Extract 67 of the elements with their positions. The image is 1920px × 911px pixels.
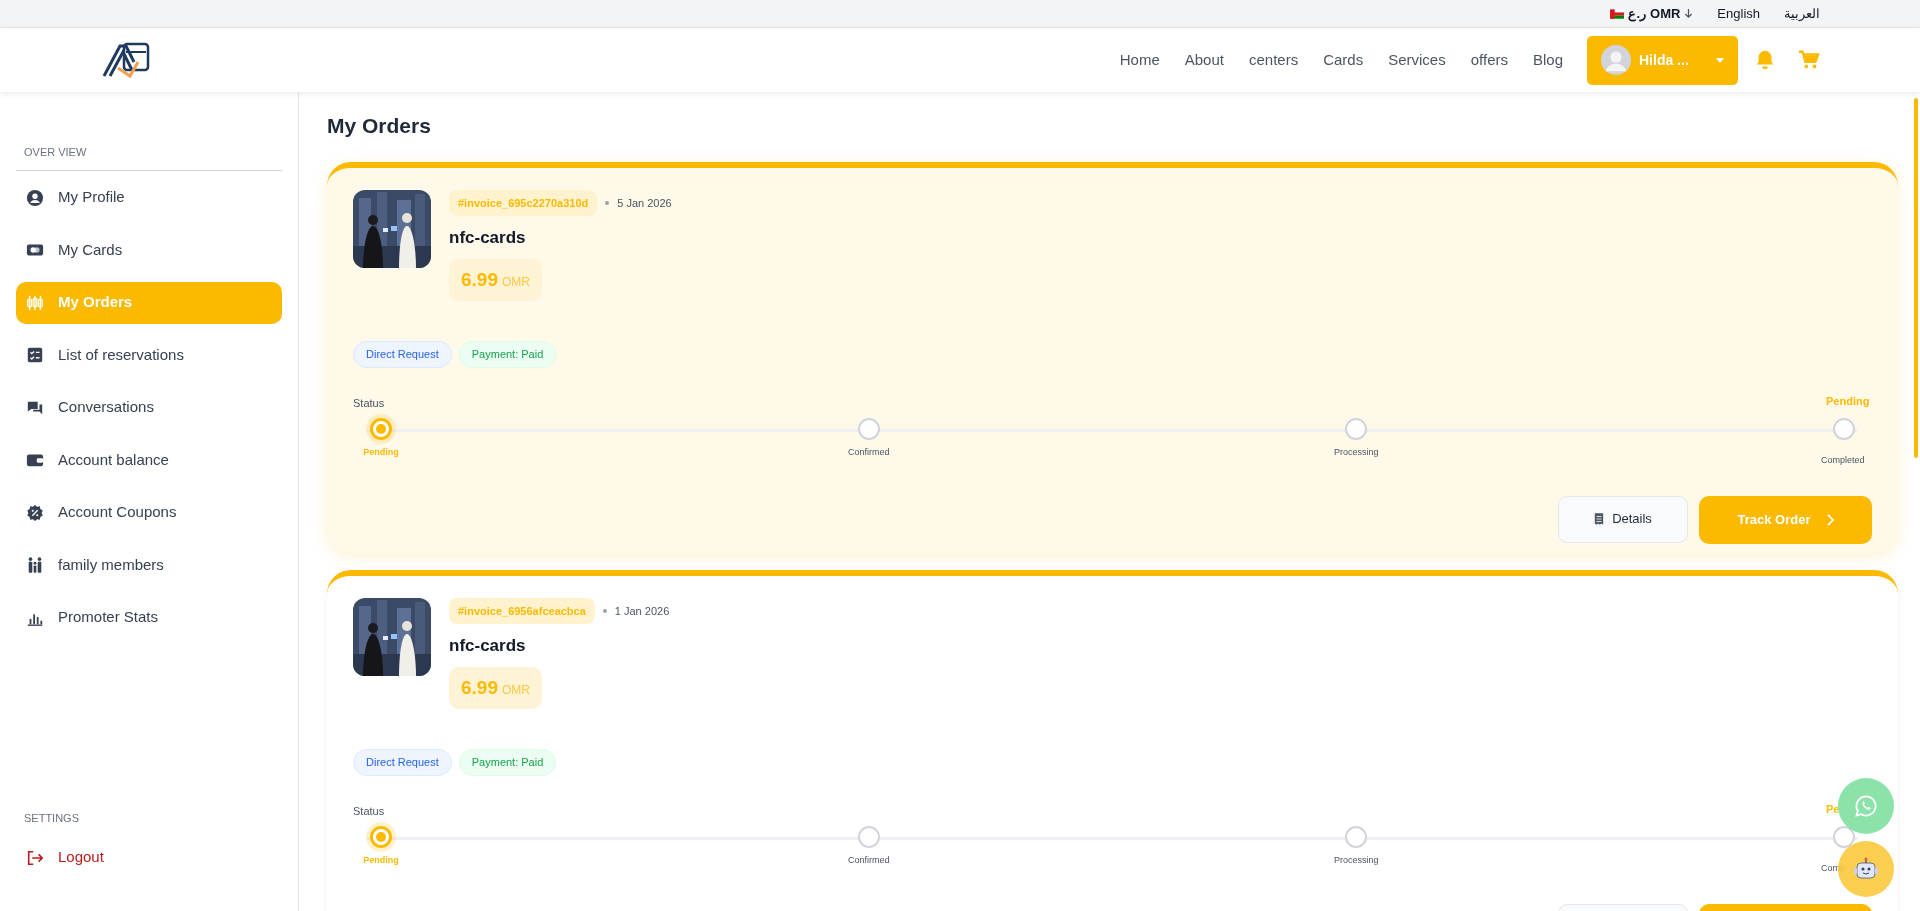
- section-heading: SETTINGS: [23, 811, 80, 826]
- details-button[interactable]: Details: [1558, 495, 1688, 543]
- nav-link[interactable]: Home: [1119, 48, 1160, 72]
- sidebar-item[interactable]: Account Coupons: [16, 491, 282, 534]
- language-link[interactable]: English: [1717, 3, 1760, 24]
- nav-link[interactable]: Services: [1388, 48, 1446, 72]
- sidebar-item[interactable]: My Cards: [16, 229, 282, 271]
- sidebar-item[interactable]: Conversations: [16, 386, 282, 429]
- price-badge: 6.99 OMR: [449, 258, 542, 301]
- step-label: Confirmed: [847, 445, 890, 459]
- sidebar-item[interactable]: List of reservations: [16, 334, 282, 376]
- order-date: 1 Jan 2026: [614, 603, 670, 619]
- sidebar-item[interactable]: Logout: [16, 836, 282, 879]
- avatar-icon: [1601, 45, 1631, 75]
- family-icon: [26, 556, 44, 574]
- step-label: Confirmed: [847, 853, 890, 867]
- nav-link[interactable]: Cards: [1323, 48, 1364, 72]
- status-tag: Direct Request: [353, 341, 452, 368]
- nav-link[interactable]: offers: [1470, 48, 1508, 72]
- caret-icon: [1716, 57, 1724, 63]
- cart-icon: [1798, 49, 1820, 71]
- nav-link[interactable]: About: [1184, 48, 1224, 72]
- page-title: My Orders: [327, 113, 432, 139]
- robot-icon: [1853, 857, 1879, 881]
- product-name: nfc-cards: [449, 635, 526, 657]
- dot-icon: [602, 608, 607, 613]
- logout-icon: [26, 848, 44, 867]
- status-tag: Direct Request: [353, 749, 452, 776]
- step-label: Completed: [1820, 454, 1865, 465]
- status-tag: Payment: Paid: [458, 341, 557, 368]
- bell-icon: [1754, 49, 1776, 71]
- whatsapp-icon: [1854, 794, 1878, 818]
- step-label: Processing: [1334, 853, 1379, 867]
- current-status: Pending: [1826, 394, 1870, 407]
- receipt-icon: [1594, 513, 1605, 525]
- coupon-icon: [26, 503, 44, 522]
- language-link[interactable]: العربية: [1784, 3, 1820, 24]
- current-status: Pe: [1826, 802, 1840, 815]
- oman-flag-icon: [1610, 8, 1625, 19]
- checklist-icon: [26, 346, 44, 364]
- chevron-right-icon: [1826, 513, 1834, 526]
- cart-button[interactable]: [1798, 49, 1820, 71]
- sidebar-item[interactable]: Promoter Stats: [16, 596, 282, 639]
- invoice-badge: #invoice_695c2270a310d: [449, 189, 598, 216]
- order-date: 5 Jan 2026: [617, 195, 672, 211]
- status-label: Status: [353, 396, 385, 411]
- sidebar-item[interactable]: family members: [16, 544, 282, 586]
- step-label: Pending: [363, 445, 399, 459]
- scrollbar-thumb[interactable]: [1914, 98, 1918, 458]
- nav-link[interactable]: centers: [1248, 48, 1299, 72]
- bell-button[interactable]: [1754, 49, 1776, 71]
- logo-icon: [100, 40, 152, 80]
- dot-icon: [605, 200, 610, 205]
- price-badge: 6.99 OMR: [449, 666, 542, 709]
- step-label: Pending: [363, 853, 399, 867]
- step-label: Processing: [1334, 445, 1379, 459]
- section-heading: OVER VIEW: [16, 144, 282, 171]
- status-label: Status: [353, 804, 385, 819]
- sidebar-item[interactable]: My Profile: [16, 176, 282, 219]
- invoice-badge: #invoice_6956afceacbca: [449, 597, 595, 624]
- status-tag: Payment: Paid: [458, 749, 557, 776]
- down-arrow-icon: [1684, 8, 1694, 19]
- product-name: nfc-cards: [449, 227, 526, 249]
- candlestick-icon: [26, 293, 44, 312]
- user-icon: [26, 188, 44, 207]
- nav-link[interactable]: Blog: [1532, 48, 1563, 72]
- sidebar-item[interactable]: Account balance: [16, 439, 282, 481]
